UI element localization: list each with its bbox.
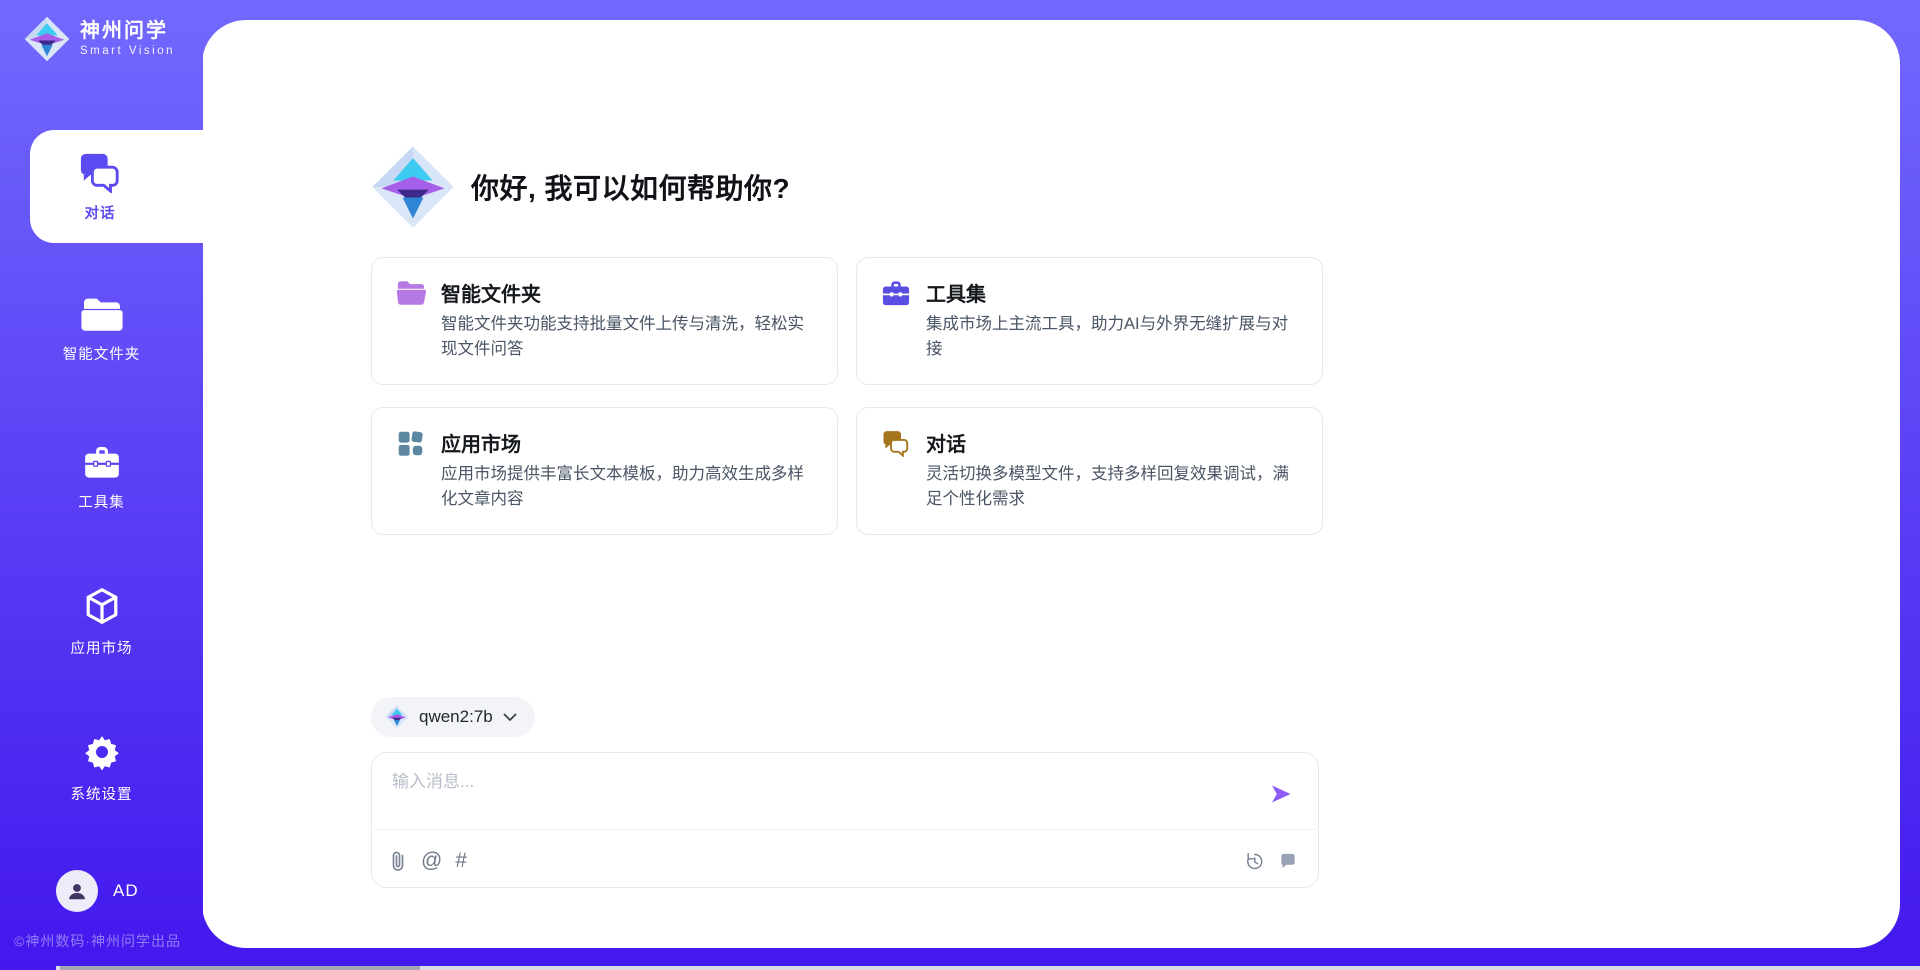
brand-name: 神州问学	[80, 20, 175, 42]
sidebar-item-chat[interactable]: 对话	[30, 130, 205, 243]
briefcase-icon	[881, 279, 911, 307]
sidebar: 神州问学 Smart Vision 对话	[0, 0, 203, 970]
brand-diamond-icon	[24, 16, 70, 62]
sidebar-item-toolset[interactable]: 工具集	[0, 430, 203, 526]
chat-bubbles-icon	[881, 429, 911, 457]
scrollbar-thumb[interactable]	[60, 966, 420, 970]
composer-divider	[375, 829, 1315, 830]
model-selector[interactable]: qwen2:7b	[371, 697, 535, 737]
briefcase-icon	[82, 444, 122, 480]
sidebar-item-settings[interactable]: 系统设置	[0, 720, 203, 816]
horizontal-scrollbar[interactable]	[56, 966, 1920, 970]
card-description: 集成市场上主流工具，助力AI与外界无缝扩展与对接	[926, 312, 1300, 362]
model-diamond-icon	[385, 705, 409, 729]
cube-icon	[82, 586, 122, 626]
card-description: 应用市场提供丰富长文本模板，助力高效生成多样化文章内容	[441, 462, 815, 512]
sidebar-item-label: 智能文件夹	[63, 343, 141, 364]
hero-diamond-icon	[371, 143, 455, 231]
main-content: 你好, 我可以如何帮助你? 智能文件夹 智能文件夹功能支持批量文件上传与清洗，轻…	[371, 0, 1323, 970]
chat-toggle-icon[interactable]	[1278, 851, 1298, 871]
greeting-title: 你好, 我可以如何帮助你?	[471, 167, 790, 207]
hashtag-icon[interactable]: #	[455, 849, 467, 873]
sidebar-item-smart-folder[interactable]: 智能文件夹	[0, 282, 203, 378]
card-toolset[interactable]: 工具集 集成市场上主流工具，助力AI与外界无缝扩展与对接	[856, 257, 1323, 385]
sidebar-item-label: 工具集	[78, 491, 125, 512]
mention-icon[interactable]: @	[421, 849, 442, 873]
user-profile[interactable]: AD	[56, 870, 139, 912]
greeting-block: 你好, 我可以如何帮助你?	[371, 143, 790, 231]
sidebar-item-label: 系统设置	[71, 783, 133, 804]
chevron-down-icon	[503, 713, 517, 722]
card-description: 智能文件夹功能支持批量文件上传与清洗，轻松实现文件问答	[441, 312, 815, 362]
card-title: 工具集	[926, 278, 986, 307]
send-icon[interactable]	[1268, 781, 1294, 807]
sidebar-item-label: 对话	[85, 202, 116, 223]
model-name: qwen2:7b	[419, 707, 493, 727]
apps-grid-icon	[396, 429, 425, 458]
card-title: 应用市场	[441, 428, 521, 457]
gear-icon	[82, 732, 122, 772]
brand-tagline: Smart Vision	[80, 45, 175, 58]
app-window: 神州问学 Smart Vision 对话	[0, 0, 1920, 970]
user-initials: AD	[113, 881, 139, 901]
feature-cards: 智能文件夹 智能文件夹功能支持批量文件上传与清洗，轻松实现文件问答 工具集 集成…	[371, 257, 1323, 535]
card-description: 灵活切换多模型文件，支持多样回复效果调试，满足个性化需求	[926, 462, 1300, 512]
copyright-text: ©神州数码·神州问学出品	[14, 931, 181, 951]
chat-bubbles-icon	[77, 151, 123, 193]
avatar	[56, 870, 98, 912]
card-app-market[interactable]: 应用市场 应用市场提供丰富长文本模板，助力高效生成多样化文章内容	[371, 407, 838, 535]
sidebar-item-label: 应用市场	[71, 637, 133, 658]
card-chat[interactable]: 对话 灵活切换多模型文件，支持多样回复效果调试，满足个性化需求	[856, 407, 1323, 535]
attachment-icon[interactable]	[388, 850, 408, 872]
card-smart-folder[interactable]: 智能文件夹 智能文件夹功能支持批量文件上传与清洗，轻松实现文件问答	[371, 257, 838, 385]
folder-icon	[396, 279, 426, 306]
brand-logo: 神州问学 Smart Vision	[24, 16, 175, 62]
folder-icon	[81, 296, 123, 332]
message-input[interactable]	[392, 767, 1252, 825]
card-title: 智能文件夹	[441, 278, 541, 307]
message-composer: @ #	[371, 752, 1319, 888]
history-icon[interactable]	[1244, 851, 1265, 872]
sidebar-item-app-market[interactable]: 应用市场	[0, 574, 203, 670]
card-title: 对话	[926, 428, 966, 457]
